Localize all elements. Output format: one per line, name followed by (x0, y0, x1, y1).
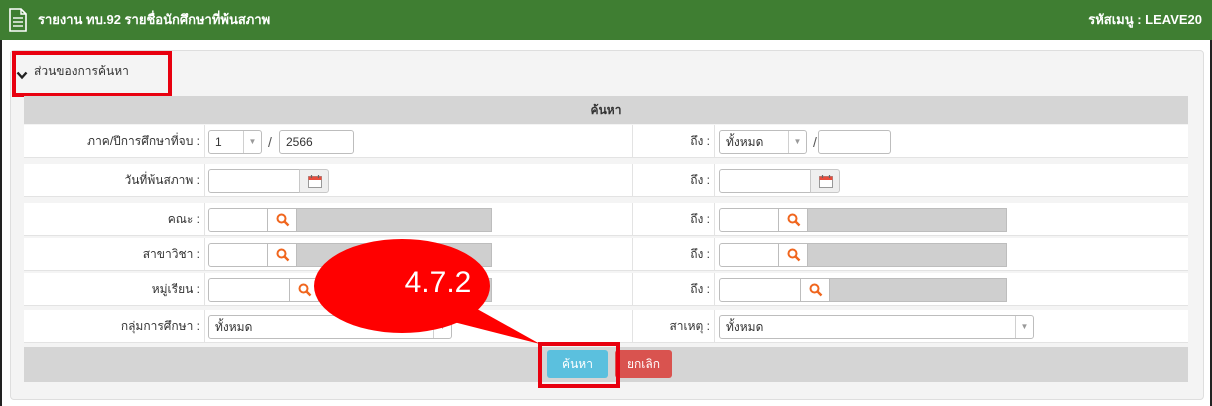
divider (204, 164, 205, 197)
calendar-button[interactable] (299, 169, 329, 193)
to-leave-date-input[interactable] (719, 169, 811, 193)
to-major-code-input[interactable] (719, 243, 779, 267)
row-faculty: คณะ : ถึง : (24, 203, 1188, 236)
cause-label: สาเหตุ : (669, 319, 710, 333)
dropdown-arrow-icon: ▼ (243, 131, 261, 153)
search-header: ค้นหา (24, 96, 1188, 124)
to-faculty-search-button[interactable] (778, 208, 808, 232)
highlight-box-toggle (12, 51, 172, 97)
divider (714, 310, 715, 343)
to-label: ถึง : (690, 247, 710, 261)
divider (632, 125, 633, 158)
term-year-label: ภาค/ปีการศึกษาที่จบ : (87, 134, 200, 148)
to-group-code-input[interactable] (719, 278, 801, 302)
divider (204, 125, 205, 158)
to-group-search-button[interactable] (800, 278, 830, 302)
education-group-select[interactable]: ทั้งหมด ▼ (208, 315, 452, 339)
leave-date-input[interactable] (208, 169, 300, 193)
search-icon (809, 283, 823, 297)
education-group-select-value: ทั้งหมด (215, 320, 253, 334)
to-label: ถึง : (690, 212, 710, 226)
divider (714, 238, 715, 271)
row-term-year: ภาค/ปีการศึกษาที่จบ : 1 ▼ / 2566 ถึง : ท… (24, 125, 1188, 158)
divider (714, 164, 715, 197)
divider (632, 238, 633, 271)
divider (714, 273, 715, 306)
divider (632, 310, 633, 343)
faculty-label: คณะ : (167, 212, 200, 226)
to-label: ถึง : (690, 173, 710, 187)
divider (204, 203, 205, 236)
search-icon (298, 283, 312, 297)
major-name-display (296, 243, 492, 267)
divider (632, 273, 633, 306)
divider (204, 238, 205, 271)
menu-code: รหัสเมนู : LEAVE20 (1088, 12, 1202, 27)
major-search-button[interactable] (267, 243, 297, 267)
group-search-button[interactable] (289, 278, 319, 302)
divider (632, 164, 633, 197)
to-term-select-value: ทั้งหมด (726, 135, 764, 149)
cause-select-value: ทั้งหมด (726, 320, 764, 334)
cancel-button[interactable]: ยกเลิก (615, 350, 672, 378)
major-code-input[interactable] (208, 243, 268, 267)
highlight-box-search-button (538, 342, 620, 388)
year-input[interactable]: 2566 (279, 130, 354, 154)
title-bar: รายงาน ทบ.92 รายชื่อนักศึกษาที่พ้นสภาพ ร… (0, 0, 1212, 40)
year-input-value: 2566 (286, 135, 313, 149)
to-faculty-code-input[interactable] (719, 208, 779, 232)
document-icon (8, 8, 28, 32)
divider (204, 273, 205, 306)
to-major-search-button[interactable] (778, 243, 808, 267)
major-label: สาขาวิชา : (142, 247, 200, 261)
to-year-input[interactable] (818, 130, 891, 154)
group-label: หมู่เรียน : (151, 282, 200, 296)
search-icon (787, 248, 801, 262)
divider (714, 125, 715, 158)
search-icon (276, 213, 290, 227)
faculty-name-display (296, 208, 492, 232)
calendar-icon (819, 175, 833, 188)
faculty-code-input[interactable] (208, 208, 268, 232)
slash-separator: / (268, 134, 272, 150)
page-title: รายงาน ทบ.92 รายชื่อนักศึกษาที่พ้นสภาพ (38, 12, 271, 27)
to-label: ถึง : (690, 134, 710, 148)
to-calendar-button[interactable] (810, 169, 840, 193)
divider (632, 203, 633, 236)
to-term-select[interactable]: ทั้งหมด ▼ (719, 130, 807, 154)
divider (714, 203, 715, 236)
divider (204, 310, 205, 343)
leave-date-label: วันที่พ้นสภาพ : (124, 173, 200, 187)
search-icon (787, 213, 801, 227)
callout-label: 4.7.2 (404, 266, 472, 299)
term-select-value: 1 (215, 135, 222, 149)
dropdown-arrow-icon: ▼ (433, 316, 451, 338)
row-leave-date: วันที่พ้นสภาพ : ถึง : (24, 164, 1188, 197)
education-group-label: กลุ่มการศึกษา : (120, 319, 200, 333)
row-major: สาขาวิชา : ถึง : (24, 238, 1188, 271)
search-icon (276, 248, 290, 262)
row-group: หมู่เรียน : ถึง : (24, 273, 1188, 306)
to-faculty-name-display (807, 208, 1007, 232)
group-code-input[interactable] (208, 278, 290, 302)
faculty-search-button[interactable] (267, 208, 297, 232)
calendar-icon (308, 175, 322, 188)
slash-separator: / (813, 134, 817, 150)
dropdown-arrow-icon: ▼ (788, 131, 806, 153)
cause-select[interactable]: ทั้งหมด ▼ (719, 315, 1034, 339)
to-label: ถึง : (690, 282, 710, 296)
to-major-name-display (807, 243, 1007, 267)
row-education-group: กลุ่มการศึกษา : ทั้งหมด ▼ สาเหตุ : ทั้งห… (24, 310, 1188, 343)
to-group-name-display (829, 278, 1007, 302)
dropdown-arrow-icon: ▼ (1015, 316, 1033, 338)
term-select[interactable]: 1 ▼ (208, 130, 262, 154)
